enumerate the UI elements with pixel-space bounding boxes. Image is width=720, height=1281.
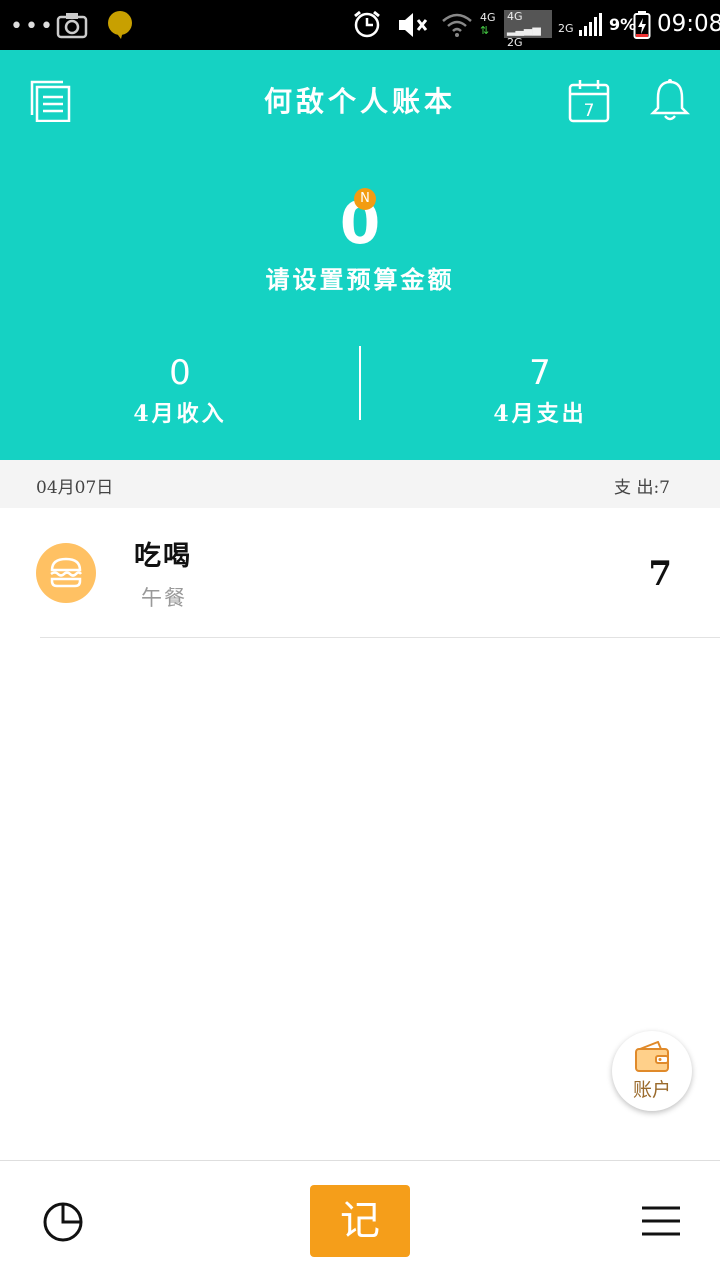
alarm-icon — [352, 9, 382, 43]
entry-category: 吃喝 — [134, 541, 192, 572]
entry-note: 午餐 — [141, 586, 187, 610]
day-expense-total: 支 出:7 — [614, 478, 670, 498]
message-bubble-icon — [107, 11, 133, 43]
calendar-day: 7 — [584, 101, 595, 121]
record-entry-button[interactable]: 记 — [310, 1185, 410, 1257]
day-group-header: 04月07日 支 出:7 — [0, 460, 720, 508]
status-clock: 09:08 — [657, 11, 720, 37]
pie-chart-icon[interactable] — [42, 1201, 84, 1247]
screenshot-icon — [56, 11, 88, 43]
sim-signal-box: 4G ▂▃▄▅2G ▂▃▄▅ — [504, 10, 552, 62]
list-item[interactable]: 吃喝 午餐 7 — [0, 508, 720, 638]
entry-amount: 7 — [648, 554, 672, 594]
list-divider — [40, 637, 720, 638]
mute-icon — [397, 11, 429, 43]
expense-label: 4月支出 — [493, 401, 587, 427]
network-2g-indicator: 2G — [558, 22, 574, 35]
wallet-icon — [635, 1041, 669, 1072]
battery-charging-icon — [633, 11, 651, 43]
monthly-expense[interactable]: 7 4月支出 — [360, 352, 720, 428]
day-date: 04月07日 — [36, 478, 114, 498]
wifi-icon — [441, 13, 473, 41]
signal-strength-icon — [578, 12, 602, 40]
bottom-nav: 记 — [0, 1160, 720, 1281]
income-label: 4月收入 — [133, 401, 227, 427]
expense-value: 7 — [529, 353, 551, 393]
more-notifications-icon: ••• — [10, 14, 55, 39]
status-bar: ••• 4G⇅ 4G ▂▃▄▅2G ▂▃▄▅ 2G 9% 09:08 — [0, 0, 720, 62]
monthly-income[interactable]: 0 4月收入 — [0, 352, 360, 428]
account-button[interactable]: 账户 — [612, 1031, 692, 1111]
summary-header: 何敌个人账本 7 0 N 请设置预算金额 0 4月收入 7 4月支出 — [0, 50, 720, 460]
menu-icon[interactable] — [640, 1205, 682, 1241]
bell-icon[interactable] — [649, 78, 691, 126]
calendar-icon[interactable]: 7 — [568, 79, 610, 127]
page-title: 何敌个人账本 — [263, 85, 456, 118]
burger-icon — [36, 543, 96, 603]
set-budget-prompt[interactable]: 请设置预算金额 — [0, 260, 720, 295]
new-badge: N — [354, 188, 376, 210]
income-value: 0 — [169, 353, 191, 393]
network-4g-indicator: 4G ⇅ — [480, 11, 496, 37]
account-label: 账户 — [632, 1079, 671, 1101]
